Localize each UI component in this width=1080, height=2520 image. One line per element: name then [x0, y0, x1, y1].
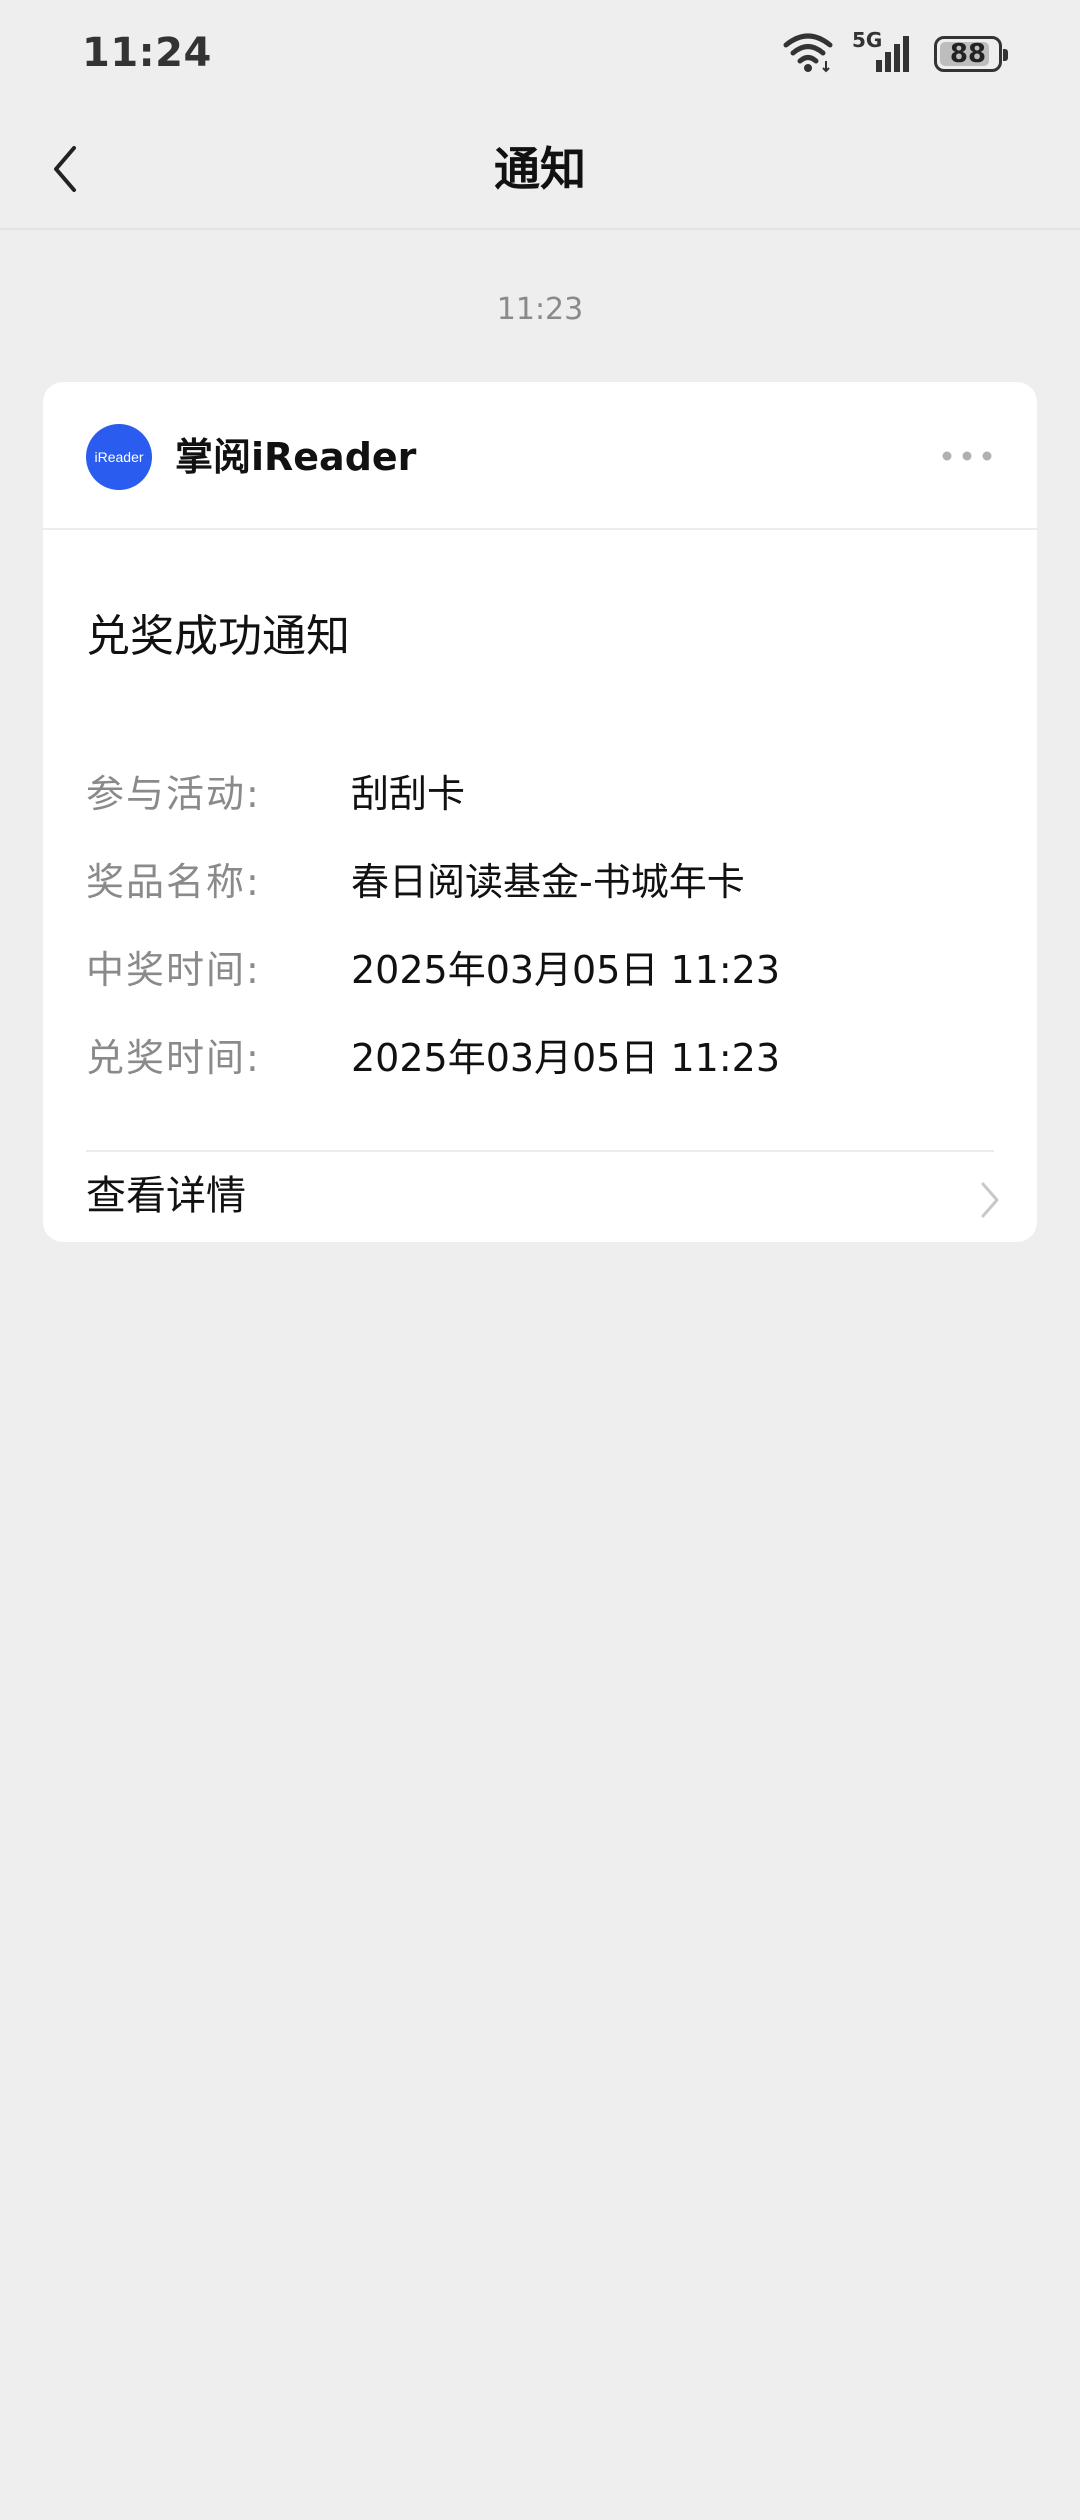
chevron-right-icon: [981, 1182, 999, 1218]
status-time: 11:24: [82, 30, 212, 76]
more-options-button[interactable]: [937, 434, 997, 478]
info-label: 兑奖时间:: [86, 1035, 261, 1080]
cellular-signal-icon: 5G: [852, 28, 916, 76]
info-value: 刮刮卡: [351, 771, 466, 816]
battery-percent: 88: [949, 39, 987, 69]
info-row-prize: 奖品名称: 春日阅读基金-书城年卡: [86, 848, 745, 908]
info-row-win-time: 中奖时间: 2025年03月05日 11:23: [86, 936, 780, 996]
view-details-button[interactable]: 查看详情: [43, 1152, 1037, 1242]
view-details-label: 查看详情: [86, 1173, 246, 1219]
info-row-activity: 参与活动: 刮刮卡: [86, 760, 465, 820]
info-value: 春日阅读基金-书城年卡: [351, 859, 745, 904]
ireader-logo: iReader: [86, 424, 152, 490]
message-timestamp: 11:23: [496, 292, 584, 327]
status-bar: 11:24 5G 88: [0, 0, 1080, 110]
battery-icon: 88: [934, 36, 1008, 72]
info-label: 中奖时间:: [86, 947, 261, 992]
more-dots-icon: [942, 451, 992, 461]
status-icons: 5G 88: [782, 28, 1008, 78]
info-label: 奖品名称:: [86, 859, 261, 904]
page-title: 通知: [494, 142, 586, 196]
info-row-redeem-time: 兑奖时间: 2025年03月05日 11:23: [86, 1024, 780, 1084]
notification-card: iReader 掌阅iReader 兑奖成功通知 参与活动: 刮刮卡 奖品名称:…: [43, 382, 1037, 1242]
card-header: iReader 掌阅iReader: [43, 382, 1037, 530]
info-value: 2025年03月05日 11:23: [351, 1035, 781, 1080]
logo-text: iReader: [94, 449, 144, 465]
wifi-icon: [782, 31, 834, 77]
info-label: 参与活动:: [86, 771, 261, 816]
notification-title: 兑奖成功通知: [86, 611, 350, 662]
top-app-bar: 通知: [0, 110, 1080, 230]
info-value: 2025年03月05日 11:23: [351, 947, 781, 992]
app-name: 掌阅iReader: [175, 435, 417, 479]
